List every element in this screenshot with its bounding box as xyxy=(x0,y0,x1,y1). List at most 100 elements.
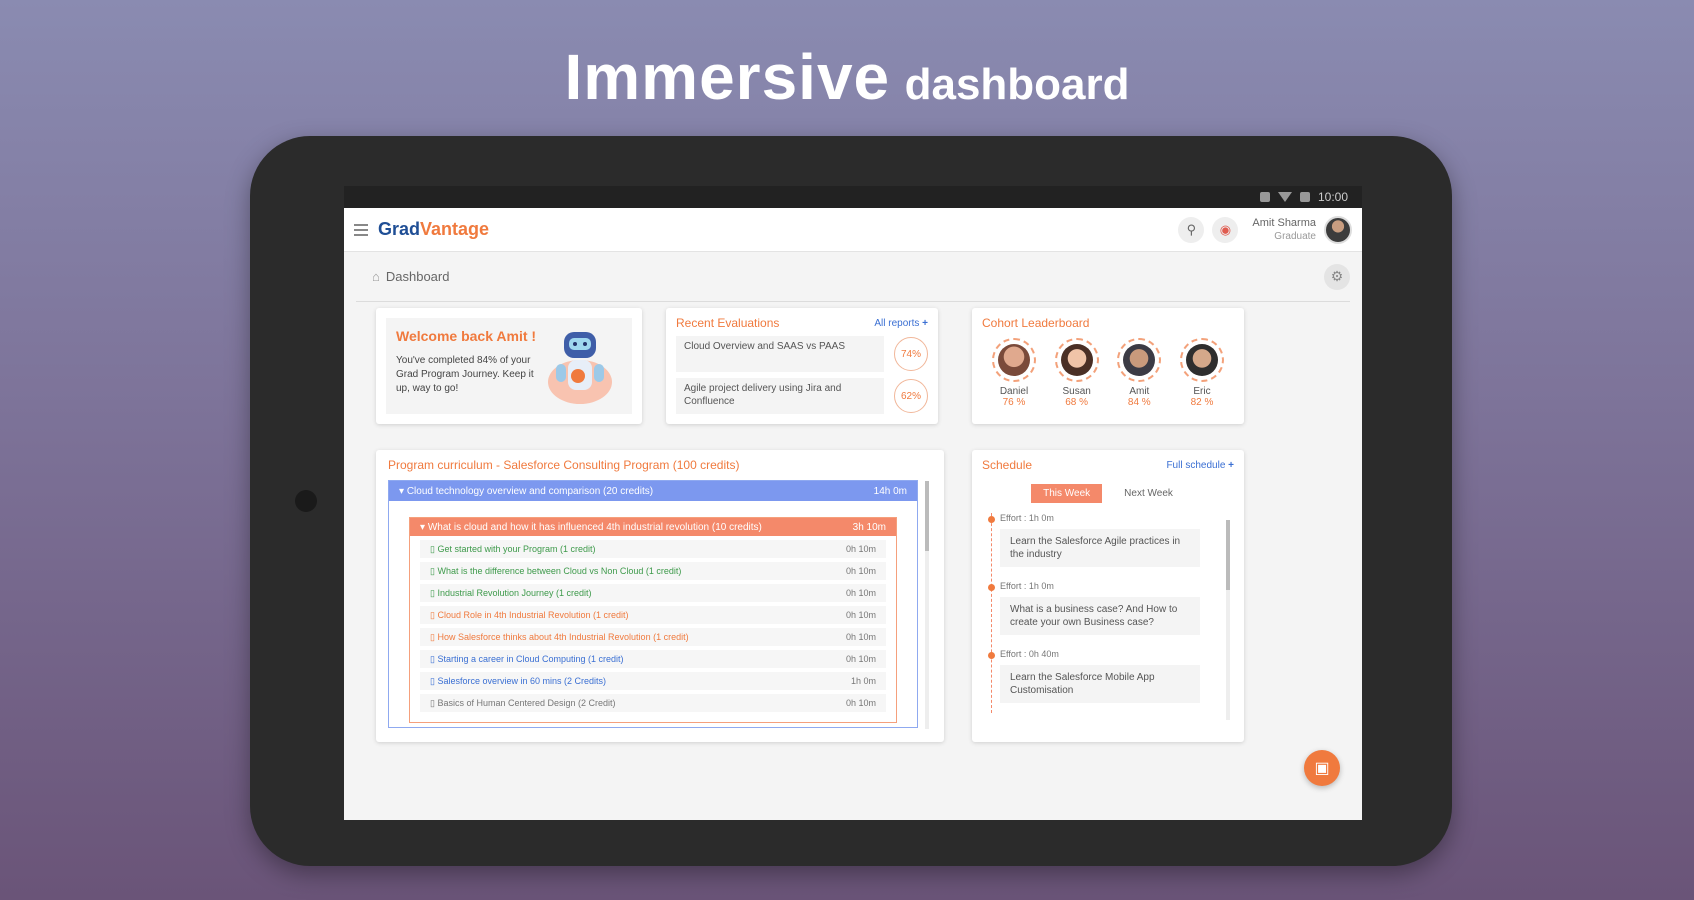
submodule-title-text: What is cloud and how it has influenced … xyxy=(427,521,762,533)
notification-bell-icon[interactable]: ◉ xyxy=(1212,216,1239,243)
avatar xyxy=(1185,344,1218,376)
module-title-text: Cloud technology overview and comparison… xyxy=(406,485,654,497)
avatar xyxy=(1060,344,1093,376)
promo-headline: Immersive dashboard xyxy=(0,40,1694,114)
evaluation-score: 74% xyxy=(894,337,928,371)
plus-icon: + xyxy=(1228,459,1234,471)
schedule-event[interactable]: Effort : 0h 40m Learn the Salesforce Mob… xyxy=(988,649,1234,703)
lesson-item[interactable]: Salesforce overview in 60 mins (2 Credit… xyxy=(420,672,886,690)
person-percent: 82 % xyxy=(1190,397,1214,408)
person-name: Eric xyxy=(1193,386,1211,397)
all-reports-label: All reports xyxy=(874,317,920,329)
menu-icon[interactable] xyxy=(354,223,368,236)
timeline-dot-icon xyxy=(988,516,995,523)
robot-illustration-icon xyxy=(548,332,612,404)
logo-part-grad: Grad xyxy=(378,219,421,239)
welcome-card: Welcome back Amit ! You've completed 84%… xyxy=(376,308,642,424)
tablet-camera xyxy=(295,490,317,512)
logo-part-vantage: Vantage xyxy=(420,219,490,239)
app-logo[interactable]: GradVantage xyxy=(378,219,489,240)
event-text: Learn the Salesforce Agile practices in … xyxy=(1000,529,1200,567)
user-info[interactable]: Amit Sharma Graduate xyxy=(1252,217,1316,243)
lesson-item[interactable]: How Salesforce thinks about 4th Industri… xyxy=(420,628,886,646)
timeline-dot-icon xyxy=(988,652,995,659)
person-name: Amit xyxy=(1129,386,1150,397)
leaderboard-person[interactable]: Amit 84 % xyxy=(1111,338,1167,408)
curriculum-title: Program curriculum - Salesforce Consulti… xyxy=(388,458,740,472)
lesson-item[interactable]: Cloud Role in 4th Industrial Revolution … xyxy=(420,606,886,624)
lesson-duration: 0h 10m xyxy=(845,632,876,642)
lesson-title: Cloud Role in 4th Industrial Revolution … xyxy=(430,610,628,621)
lesson-duration: 1h 0m xyxy=(850,676,876,686)
lesson-title: Get started with your Program (1 credit) xyxy=(430,544,595,555)
lesson-item[interactable]: What is the difference between Cloud vs … xyxy=(420,562,886,580)
lesson-item[interactable]: Basics of Human Centered Design (2 Credi… xyxy=(420,694,886,712)
lesson-duration: 0h 10m xyxy=(845,654,876,664)
lesson-item[interactable]: Starting a career in Cloud Computing (1 … xyxy=(420,650,886,668)
submodule-header[interactable]: ▾ What is cloud and how it has influence… xyxy=(410,518,896,536)
avatar[interactable] xyxy=(1324,215,1352,244)
status-time: 10:00 xyxy=(1317,190,1348,204)
schedule-scrollbar[interactable] xyxy=(1226,520,1230,720)
evaluation-item[interactable]: Cloud Overview and SAAS vs PAAS 74% xyxy=(676,336,928,372)
lesson-title: What is the difference between Cloud vs … xyxy=(430,566,681,577)
plus-icon: + xyxy=(922,317,928,329)
module-duration: 14h 0m xyxy=(873,485,907,497)
event-text: Learn the Salesforce Mobile App Customis… xyxy=(1000,665,1200,703)
lesson-title: Industrial Revolution Journey (1 credit) xyxy=(430,588,591,599)
tab-next-week[interactable]: Next Week xyxy=(1112,484,1185,503)
tablet-screen: 10:00 GradVantage ⚲ ◉ Amit Sharma Gradua… xyxy=(344,186,1362,820)
lesson-duration: 0h 10m xyxy=(845,610,876,620)
event-effort: Effort : 1h 0m xyxy=(1000,581,1054,591)
wifi-icon xyxy=(1277,192,1292,202)
evaluation-item[interactable]: Agile project delivery using Jira and Co… xyxy=(676,378,928,414)
evaluation-score: 62% xyxy=(894,379,928,413)
tab-this-week[interactable]: This Week xyxy=(1031,484,1103,503)
full-schedule-link[interactable]: Full schedule + xyxy=(1166,460,1234,471)
person-percent: 84 % xyxy=(1127,397,1151,408)
person-name: Susan xyxy=(1062,386,1091,397)
leaderboard-title: Cohort Leaderboard xyxy=(982,316,1090,330)
leaderboard-person[interactable]: Eric 82 % xyxy=(1174,338,1230,408)
schedule-event[interactable]: Effort : 1h 0m Learn the Salesforce Agil… xyxy=(988,513,1234,567)
lesson-title: Basics of Human Centered Design (2 Credi… xyxy=(430,698,615,709)
lesson-title: Salesforce overview in 60 mins (2 Credit… xyxy=(430,676,606,687)
person-name: Daniel xyxy=(999,386,1029,397)
chat-icon[interactable]: ▣ xyxy=(1304,750,1340,786)
curriculum-scrollbar[interactable] xyxy=(925,481,929,729)
all-reports-link[interactable]: All reports + xyxy=(874,318,928,329)
user-name: Amit Sharma xyxy=(1252,216,1316,229)
app-bar: GradVantage ⚲ ◉ Amit Sharma Graduate xyxy=(344,208,1362,252)
module-header[interactable]: ▾ Cloud technology overview and comparis… xyxy=(389,481,917,501)
module-title: ▾ Cloud technology overview and comparis… xyxy=(399,485,654,497)
headline-small: dashboard xyxy=(904,60,1130,109)
submodule-title: ▾ What is cloud and how it has influence… xyxy=(420,521,762,533)
lesson-duration: 0h 10m xyxy=(845,698,876,708)
leaderboard-person[interactable]: Daniel 76 % xyxy=(986,338,1042,408)
person-percent: 68 % xyxy=(1065,397,1089,408)
schedule-event[interactable]: Effort : 1h 0m What is a business case? … xyxy=(988,581,1234,635)
user-role: Graduate xyxy=(1274,230,1316,242)
lesson-duration: 0h 10m xyxy=(845,566,876,576)
evaluation-text: Cloud Overview and SAAS vs PAAS xyxy=(676,336,884,372)
person-percent: 76 % xyxy=(1002,397,1026,408)
leaderboard-person[interactable]: Susan 68 % xyxy=(1049,338,1105,408)
program-curriculum-card: Program curriculum - Salesforce Consulti… xyxy=(376,450,944,742)
lesson-item[interactable]: Get started with your Program (1 credit)… xyxy=(420,540,886,558)
event-effort: Effort : 0h 40m xyxy=(1000,649,1059,659)
schedule-title: Schedule xyxy=(982,458,1033,472)
headline-big: Immersive xyxy=(564,41,891,113)
timeline-dot-icon xyxy=(988,584,995,591)
evaluation-text: Agile project delivery using Jira and Co… xyxy=(676,378,884,414)
evaluations-title: Recent Evaluations xyxy=(676,316,780,330)
alarm-icon xyxy=(1259,192,1270,202)
search-icon[interactable]: ⚲ xyxy=(1178,216,1205,243)
recent-evaluations-card: Recent Evaluations All reports + Cloud O… xyxy=(666,308,938,424)
curriculum-module: ▾ Cloud technology overview and comparis… xyxy=(388,480,929,729)
home-icon[interactable]: ⌂ xyxy=(372,269,380,284)
lesson-duration: 0h 10m xyxy=(845,544,876,554)
submodule-duration: 3h 10m xyxy=(852,521,886,533)
settings-gear-icon[interactable]: ⚙ xyxy=(1324,263,1350,290)
lesson-item[interactable]: Industrial Revolution Journey (1 credit)… xyxy=(420,584,886,602)
curriculum-submodule: ▾ What is cloud and how it has influence… xyxy=(409,517,897,723)
